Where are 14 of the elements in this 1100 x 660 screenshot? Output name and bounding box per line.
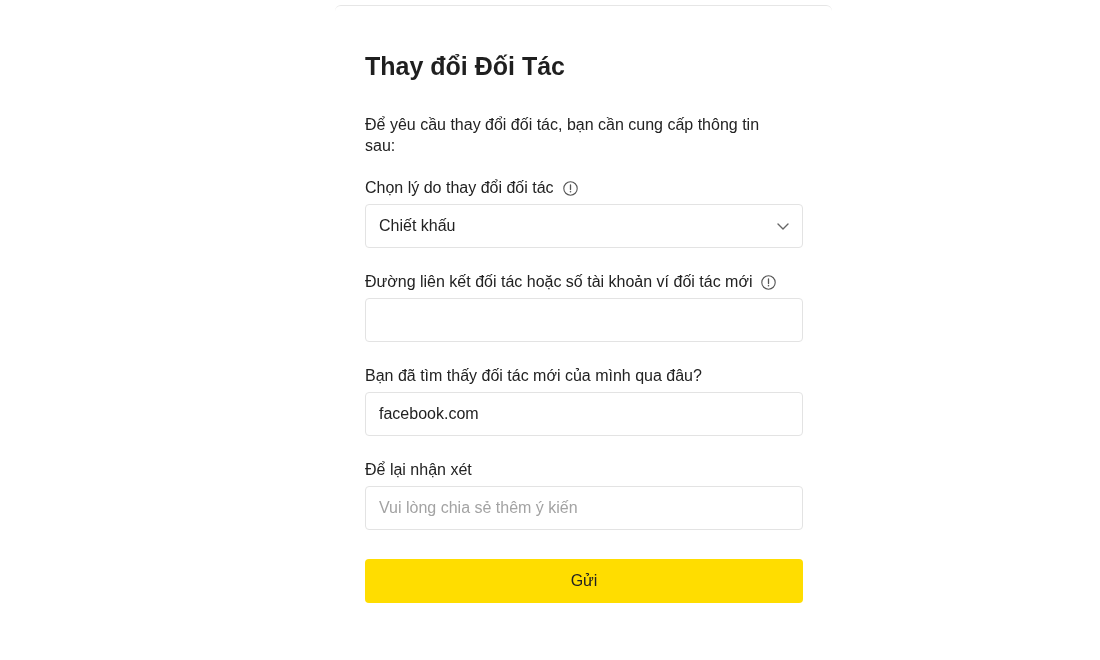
field-label: Đường liên kết đối tác hoặc số tài khoản ví đối tác mới bbox=[365, 272, 753, 292]
input-field[interactable]: Vui lòng chia sẻ thêm ý kiến bbox=[365, 486, 803, 530]
submit-button[interactable]: Gửi bbox=[365, 559, 803, 603]
field-label: Bạn đã tìm thấy đối tác mới của mình qua đâu? bbox=[365, 366, 702, 386]
intro-text: Để yêu cầu thay đổi đối tác, bạn cần cung cấp thông tin sau: bbox=[365, 115, 761, 156]
input-field[interactable]: facebook.com bbox=[365, 392, 803, 436]
field-label: Để lại nhận xét bbox=[365, 460, 472, 480]
info-icon[interactable] bbox=[562, 180, 578, 196]
field-label: Chọn lý do thay đổi đối tác bbox=[365, 178, 554, 198]
input-field[interactable] bbox=[365, 298, 803, 342]
info-icon[interactable] bbox=[761, 274, 777, 290]
chevron-down-icon bbox=[777, 222, 789, 230]
form-title: Thay đổi Đối Tác bbox=[365, 51, 566, 82]
dropdown-field[interactable]: Chiết khấu bbox=[365, 204, 803, 248]
